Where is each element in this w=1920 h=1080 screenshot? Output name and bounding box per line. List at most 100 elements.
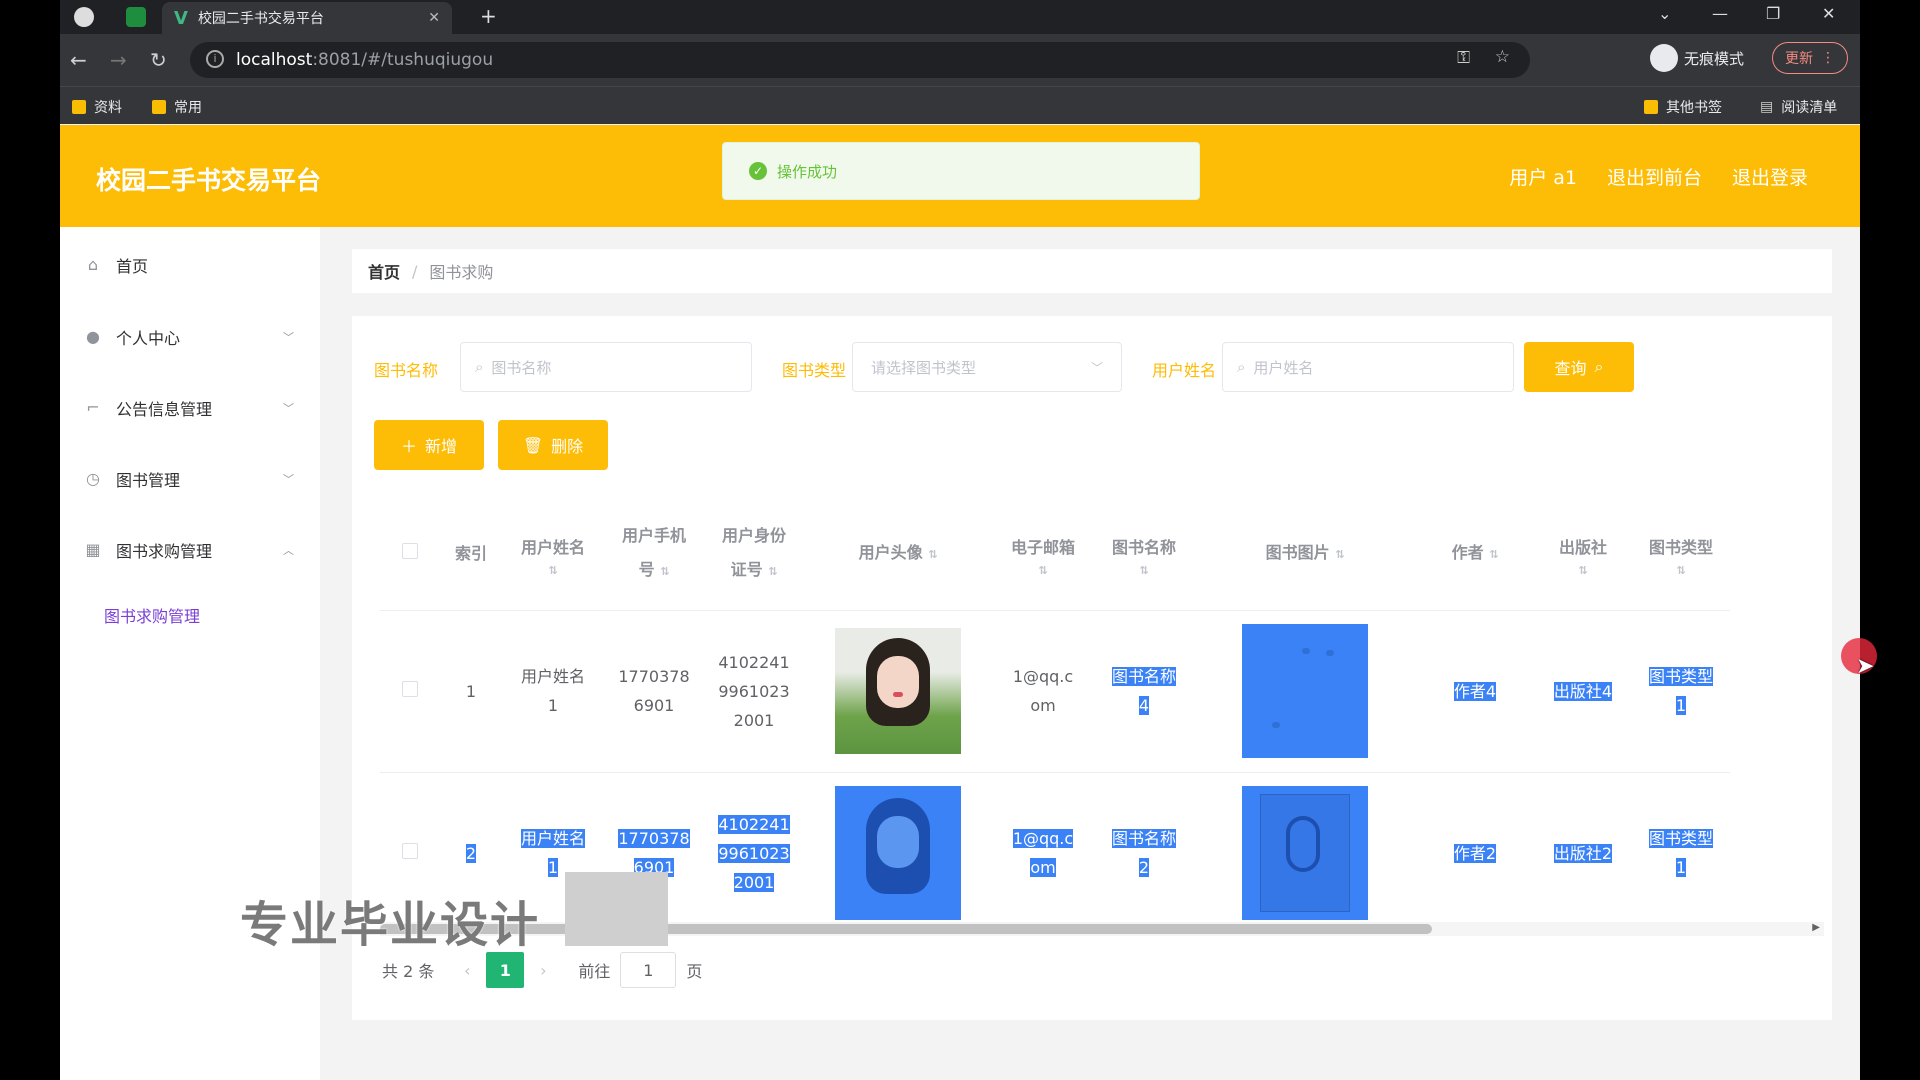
reading-list[interactable]: ▤ 阅读清单 — [1760, 97, 1837, 117]
publisher-cell: 出版社2 — [1534, 772, 1632, 935]
column-header[interactable]: 出版社 ⇅ — [1534, 498, 1632, 611]
user-icon: ● — [86, 327, 100, 346]
search-icon: ⌕ — [1594, 357, 1604, 376]
tab-search-icon[interactable]: ⌄ — [1658, 4, 1671, 23]
sort-icon[interactable]: ⇅ — [992, 564, 1094, 577]
new-tab-icon[interactable]: + — [480, 4, 497, 28]
cell-text: 9961023 — [718, 843, 790, 863]
total-count: 共 2 条 — [382, 962, 435, 981]
sidebar-item-home[interactable]: ⌂ 首页 — [84, 253, 294, 277]
sheets-tab-icon[interactable] — [126, 7, 146, 27]
page-number-current[interactable]: 1 — [486, 952, 525, 988]
update-button[interactable]: 更新 ⋮ — [1772, 42, 1848, 74]
close-window-icon[interactable]: ✕ — [1822, 4, 1835, 23]
restore-icon[interactable]: ❐ — [1766, 4, 1780, 23]
back-icon[interactable]: ← — [70, 48, 87, 72]
delete-button[interactable]: 🗑 删除 — [498, 420, 608, 470]
book-type-label: 图书类型 — [782, 361, 847, 380]
user-name-input[interactable]: ⌕ 用户姓名 — [1222, 342, 1514, 392]
column-header[interactable]: 用户头像 ⇅ — [804, 498, 992, 611]
sort-icon[interactable]: ⇅ — [502, 564, 604, 577]
sort-icon[interactable]: ⇅ — [1489, 548, 1498, 561]
sidebar-item-label: 个人中心 — [116, 329, 181, 348]
cell-text: 出版社2 — [1553, 843, 1613, 863]
user-name-placeholder: 用户姓名 — [1253, 358, 1314, 377]
cell-text: 2001 — [733, 710, 775, 730]
sort-icon[interactable]: ⇅ — [660, 565, 669, 578]
column-header[interactable]: 图书图片 ⇅ — [1194, 498, 1416, 611]
select-all-cell — [380, 498, 440, 611]
book-image[interactable] — [1242, 624, 1368, 758]
minimize-icon[interactable]: — — [1712, 4, 1728, 23]
scroll-right-icon[interactable]: ▶ — [1812, 922, 1820, 933]
chevron-up-icon: ︿ — [283, 544, 294, 557]
forward-icon[interactable]: → — [110, 48, 127, 72]
sidebar-item-announcements[interactable]: ⌐ 公告信息管理 ﹀ — [84, 396, 294, 420]
book-image[interactable] — [1242, 786, 1368, 920]
current-user-link[interactable]: 用户 a1 — [1509, 163, 1577, 190]
sort-icon[interactable]: ⇅ — [1632, 564, 1730, 577]
column-header[interactable]: 图书名称 ⇅ — [1094, 498, 1194, 611]
sidebar-item-personal-center[interactable]: ● 个人中心 ﹀ — [84, 325, 294, 349]
sort-icon[interactable]: ⇅ — [1094, 564, 1194, 577]
column-header[interactable]: 用户手机号 ⇅ — [604, 498, 704, 611]
prev-page-icon[interactable]: ‹ — [448, 952, 486, 988]
site-info-icon[interactable]: i — [206, 50, 224, 68]
next-page-icon[interactable]: › — [524, 952, 562, 988]
add-button[interactable]: ＋ 新增 — [374, 420, 484, 470]
query-button[interactable]: 查询 ⌕ — [1524, 342, 1634, 392]
cell-text: 用户姓名 — [520, 667, 585, 686]
sort-icon[interactable]: ⇅ — [1335, 548, 1344, 561]
sort-icon[interactable]: ⇅ — [928, 548, 937, 561]
bookmark-folder[interactable]: 资料 — [72, 97, 122, 117]
cell-text: 1@qq.c — [1012, 829, 1074, 848]
row-checkbox[interactable] — [402, 842, 418, 859]
cell-text: 9961023 — [718, 681, 790, 701]
crop-icon: ⌐ — [86, 398, 100, 417]
logout-link[interactable]: 退出登录 — [1732, 163, 1808, 190]
table-row[interactable]: 1 用户姓名 1 1770378 6901 4102241 9961023 2001 1… — [380, 610, 1730, 773]
url-input[interactable]: i localhost:8081/#/tushuqiugou ⚿ ☆ — [190, 42, 1530, 78]
browser-globe-icon[interactable] — [74, 7, 94, 27]
row-checkbox[interactable] — [402, 680, 418, 697]
back-to-frontend-link[interactable]: 退出到前台 — [1607, 163, 1702, 190]
breadcrumb-current: 图书求购 — [429, 263, 494, 282]
active-tab[interactable]: V 校园二手书交易平台 ✕ — [162, 2, 452, 34]
column-header[interactable]: 用户身份 证号 ⇅ — [704, 498, 804, 611]
toast-message: 操作成功 — [777, 162, 838, 181]
book-image-cell — [1194, 610, 1416, 773]
cell-text: 2 — [465, 843, 477, 863]
sidebar-subitem-book-requests[interactable]: 图书求购管理 — [104, 603, 200, 627]
user-avatar-image[interactable] — [835, 786, 961, 920]
book-type-select[interactable]: 请选择图书类型 ﹀ — [852, 342, 1122, 392]
tab-close-icon[interactable]: ✕ — [428, 10, 440, 26]
column-header[interactable]: 作者 ⇅ — [1416, 498, 1534, 611]
incognito-indicator[interactable]: 无痕模式 — [1650, 44, 1744, 72]
select-all-checkbox[interactable] — [402, 542, 418, 559]
bookmark-folder[interactable]: 常用 — [152, 97, 202, 117]
user-avatar-image[interactable] — [835, 628, 961, 754]
reload-icon[interactable]: ↻ — [150, 48, 167, 72]
column-header[interactable]: 电子邮箱 ⇅ — [992, 498, 1094, 611]
book-name-input[interactable]: ⌕ 图书名称 — [460, 342, 752, 392]
check-circle-icon: ✓ — [749, 162, 767, 180]
column-header[interactable]: 用户姓名 ⇅ — [502, 498, 604, 611]
page-suffix: 页 — [686, 962, 703, 981]
film-icon: ▦ — [85, 540, 101, 559]
other-bookmarks[interactable]: 其他书签 — [1644, 97, 1722, 117]
sort-icon[interactable]: ⇅ — [768, 565, 777, 578]
sort-icon[interactable]: ⇅ — [1534, 564, 1632, 577]
address-bar-row: ← → ↻ i localhost:8081/#/tushuqiugou ⚿ ☆… — [60, 34, 1860, 86]
column-header[interactable]: 图书类型 ⇅ — [1632, 498, 1730, 611]
breadcrumb-home[interactable]: 首页 — [368, 259, 400, 283]
column-label: 图书名称 — [1111, 537, 1176, 557]
book-type-cell: 图书类型 1 — [1632, 772, 1730, 935]
sidebar-item-book-requests[interactable]: ▦ 图书求购管理 ︿ — [84, 538, 294, 562]
cell-text: 4 — [1138, 696, 1150, 715]
star-icon[interactable]: ☆ — [1495, 47, 1510, 67]
url-path: :8081/#/tushuqiugou — [312, 50, 494, 70]
key-icon[interactable]: ⚿ — [1457, 48, 1470, 68]
sidebar-item-books[interactable]: ◷ 图书管理 ﹀ — [84, 467, 294, 491]
goto-page-input[interactable]: 1 — [620, 952, 677, 988]
incognito-label: 无痕模式 — [1684, 49, 1745, 68]
